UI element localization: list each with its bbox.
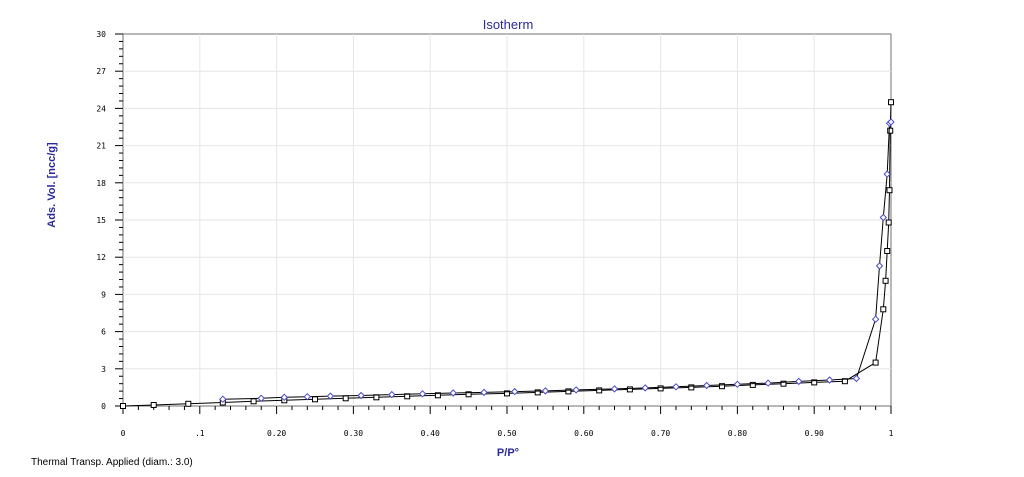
y-tick-label: 27 xyxy=(96,67,106,76)
data-point-square xyxy=(657,385,664,392)
data-point-square xyxy=(150,402,157,408)
isotherm-chart: Isotherm 036912151821242730 0.1 0.20 0.30 0… xyxy=(46,17,895,459)
x-axis-label: P/P° xyxy=(497,447,519,459)
x-tick-label: 0.30 xyxy=(344,429,363,438)
y-tick-label: 30 xyxy=(96,30,106,39)
y-axis-label: Ads. Vol. [ncc/g] xyxy=(46,142,58,228)
y-axis: 0 3 6 9 12 15 18 21 24 27 30 xyxy=(96,30,123,411)
y-tick-label: 3 xyxy=(101,365,106,374)
y-tick-label: 18 xyxy=(96,179,106,188)
x-axis: 0 .1 0.20 0.30 0.40 0.50 0.60 0.70 0.80 0.90 1 xyxy=(121,406,894,438)
x-tick-label: .1 xyxy=(195,429,205,438)
y-tick-label: 6 xyxy=(101,328,106,337)
data-point-square xyxy=(312,396,318,403)
y-tick-label: 21 xyxy=(96,142,106,151)
x-tick-label: 1 xyxy=(889,429,894,438)
data-point-square xyxy=(872,359,879,366)
x-tick-label: 0.80 xyxy=(728,429,747,438)
y-tick-label: 24 xyxy=(96,104,106,113)
y-tick-label: 9 xyxy=(101,290,106,299)
data-point-square xyxy=(250,398,257,405)
y-tick-label: 15 xyxy=(96,216,106,225)
x-tick-label: 0.90 xyxy=(805,429,824,438)
data-point-square xyxy=(880,306,887,313)
data-point-square xyxy=(886,187,893,194)
data-point-square xyxy=(887,127,894,134)
data-point-square xyxy=(884,248,891,254)
footnote-text: Thermal Transp. Applied (diam.: 3.0) xyxy=(31,457,193,468)
chart-title: Isotherm xyxy=(483,17,534,32)
data-point-square xyxy=(120,403,126,409)
x-tick-label: 0.60 xyxy=(574,429,593,438)
x-tick-label: 0.50 xyxy=(497,429,516,438)
data-point-square xyxy=(885,219,892,226)
x-tick-label: 0.20 xyxy=(267,429,286,438)
x-tick-label: 0.70 xyxy=(651,429,670,438)
y-tick-label: 0 xyxy=(101,402,106,411)
x-tick-label: 0 xyxy=(121,429,126,438)
data-point-square xyxy=(596,387,603,394)
data-point-square xyxy=(342,395,349,402)
x-tick-label: 0.40 xyxy=(421,429,440,438)
data-point-square xyxy=(882,277,889,284)
data-point-square xyxy=(185,400,192,407)
data-point-square xyxy=(888,99,894,106)
data-point-square xyxy=(626,386,633,393)
y-tick-label: 12 xyxy=(96,253,106,262)
